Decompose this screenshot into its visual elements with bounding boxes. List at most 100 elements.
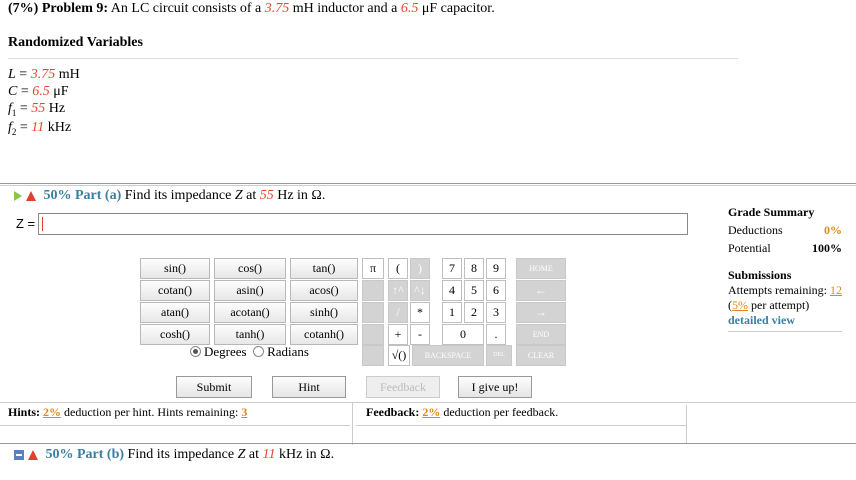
acotan-button[interactable]: acotan() xyxy=(214,302,286,323)
potential-row: Potential 100% xyxy=(728,241,842,255)
minus-key[interactable]: - xyxy=(410,324,430,345)
hints-info: Hints: 2% deduction per hint. Hints rema… xyxy=(8,405,248,419)
backspace-key[interactable]: BACKSPACE xyxy=(412,345,484,366)
problem-statement: (7%) Problem 9: An LC circuit consists o… xyxy=(8,1,495,17)
key-2[interactable]: 2 xyxy=(464,302,484,323)
lparen-key[interactable]: ( xyxy=(388,258,408,279)
blank-key-3 xyxy=(362,324,384,345)
problem-text-a: An LC circuit consists of a xyxy=(110,1,262,16)
cotanh-button[interactable]: cotanh() xyxy=(290,324,358,345)
answer-input[interactable] xyxy=(38,213,688,235)
hint-button[interactable]: Hint xyxy=(272,376,346,398)
key-9[interactable]: 9 xyxy=(486,258,506,279)
variable-f1: f1 = 55 Hz xyxy=(8,101,66,118)
capacitance-value: 6.5 xyxy=(400,1,419,16)
up-key[interactable]: ↑^ xyxy=(388,280,408,301)
input-caret xyxy=(42,217,43,231)
submissions-summary: Submissions Attempts remaining: 12 (5% p… xyxy=(728,268,842,332)
plus-key[interactable]: + xyxy=(388,324,408,345)
divider xyxy=(0,425,350,426)
key-0[interactable]: 0 xyxy=(442,324,484,345)
collapse-icon[interactable] xyxy=(14,449,24,460)
home-key[interactable]: HOME xyxy=(516,258,566,279)
degrees-label: Degrees xyxy=(204,344,247,359)
submissions-title: Submissions xyxy=(728,268,792,282)
warning-icon xyxy=(28,449,38,460)
clear-key[interactable]: CLEAR xyxy=(516,345,566,366)
divider xyxy=(8,58,738,59)
part-b-title: 50% Part (b) xyxy=(45,447,125,462)
sinh-button[interactable]: sinh() xyxy=(290,302,358,323)
del-key[interactable]: DEL xyxy=(486,345,512,366)
warning-icon xyxy=(26,190,36,201)
dot-key[interactable]: . xyxy=(486,324,506,345)
sqrt-key[interactable]: √() xyxy=(388,345,410,366)
submit-button[interactable]: Submit xyxy=(176,376,252,398)
give-up-button[interactable]: I give up! xyxy=(458,376,532,398)
atan-button[interactable]: atan() xyxy=(140,302,210,323)
divider xyxy=(352,403,353,445)
part-a-header[interactable]: 50% Part (a) Find its impedance Z at 55 … xyxy=(14,188,325,204)
cotan-button[interactable]: cotan() xyxy=(140,280,210,301)
divide-key[interactable]: / xyxy=(388,302,408,323)
part-a-title: 50% Part (a) xyxy=(43,188,122,203)
problem-weight: (7%) xyxy=(8,1,39,16)
rparen-key[interactable]: ) xyxy=(410,258,430,279)
divider xyxy=(686,405,687,443)
part-a-divider xyxy=(0,183,856,184)
tanh-button[interactable]: tanh() xyxy=(214,324,286,345)
blank-key-4 xyxy=(362,345,384,366)
sin-button[interactable]: sin() xyxy=(140,258,210,279)
feedback-info: Feedback: 2% deduction per feedback. xyxy=(366,405,559,419)
key-7[interactable]: 7 xyxy=(442,258,462,279)
key-1[interactable]: 1 xyxy=(442,302,462,323)
multiply-key[interactable]: * xyxy=(410,302,430,323)
key-5[interactable]: 5 xyxy=(464,280,484,301)
grade-summary: Grade Summary Deductions 0% Potential 10… xyxy=(728,205,842,256)
expand-arrow-icon[interactable] xyxy=(14,190,22,201)
divider xyxy=(728,331,842,332)
problem-number: Problem 9: xyxy=(41,1,109,16)
feedback-button[interactable]: Feedback xyxy=(366,376,440,398)
left-arrow-key[interactable]: ← xyxy=(516,280,566,301)
end-key[interactable]: END xyxy=(516,324,566,345)
variable-f2: f2 = 11 kHz xyxy=(8,120,72,137)
answer-label: Z = xyxy=(16,216,36,231)
randomized-variables-title: Randomized Variables xyxy=(8,35,143,50)
grade-summary-title: Grade Summary xyxy=(728,205,815,219)
cos-button[interactable]: cos() xyxy=(214,258,286,279)
inductance-value: 3.75 xyxy=(264,1,290,16)
attempts-row: Attempts remaining: 12 xyxy=(728,283,842,297)
degrees-radio[interactable] xyxy=(190,346,201,357)
right-arrow-key[interactable]: → xyxy=(516,302,566,323)
key-6[interactable]: 6 xyxy=(486,280,506,301)
blank-key-2 xyxy=(362,280,384,301)
down-key[interactable]: ^↓ xyxy=(410,280,430,301)
part-a-text: Find its impedance xyxy=(124,188,232,203)
part-b-divider xyxy=(0,443,856,444)
key-8[interactable]: 8 xyxy=(464,258,484,279)
key-3[interactable]: 3 xyxy=(486,302,506,323)
variable-L: L = 3.75 mH xyxy=(8,67,80,82)
divider xyxy=(356,425,686,426)
variable-C: C = 6.5 μF xyxy=(8,84,69,99)
blank-key xyxy=(362,302,384,323)
cosh-button[interactable]: cosh() xyxy=(140,324,210,345)
angle-mode: Degrees Radians xyxy=(190,344,309,360)
problem-text-c: μF capacitor. xyxy=(421,1,495,16)
key-4[interactable]: 4 xyxy=(442,280,462,301)
part-b-text: Find its impedance xyxy=(127,447,235,462)
per-attempt-row: (5% per attempt) xyxy=(728,298,810,312)
pi-key[interactable]: π xyxy=(362,258,384,279)
detailed-view-link[interactable]: detailed view xyxy=(728,313,842,328)
deductions-row: Deductions 0% xyxy=(728,223,842,237)
acos-button[interactable]: acos() xyxy=(290,280,358,301)
part-a-divider-2 xyxy=(0,185,856,186)
radians-radio[interactable] xyxy=(253,346,265,357)
divider xyxy=(0,402,856,403)
problem-text-b: mH inductor and a xyxy=(292,1,398,16)
tan-button[interactable]: tan() xyxy=(290,258,358,279)
radians-label: Radians xyxy=(267,344,309,359)
asin-button[interactable]: asin() xyxy=(214,280,286,301)
part-b-header[interactable]: 50% Part (b) Find its impedance Z at 11 … xyxy=(14,447,334,463)
